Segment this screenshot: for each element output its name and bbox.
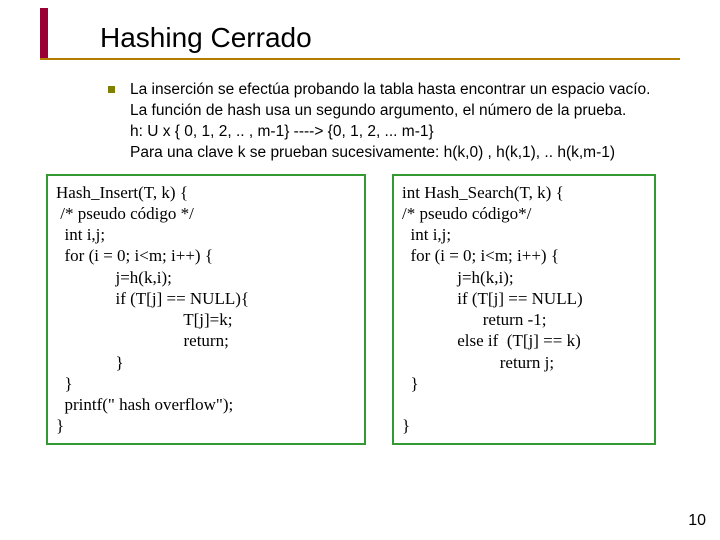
bullet-line-4: Para una clave k se prueban sucesivament…	[130, 143, 660, 164]
bullet-line-3: h: U x { 0, 1, 2, .. , m-1} ----> {0, 1,…	[130, 122, 660, 143]
code-row: Hash_Insert(T, k) { /* pseudo código */ …	[46, 174, 680, 445]
bullet-paragraph: La inserción se efectúa probando la tabl…	[130, 80, 660, 164]
code-box-search: int Hash_Search(T, k) { /* pseudo código…	[392, 174, 656, 445]
code-box-insert: Hash_Insert(T, k) { /* pseudo código */ …	[46, 174, 366, 445]
bullet-square-icon	[108, 86, 115, 93]
slide-number: 10	[688, 512, 706, 530]
bullet-line-2: La función de hash usa un segundo argume…	[130, 101, 660, 122]
bullet-line-1: La inserción se efectúa probando la tabl…	[130, 80, 660, 101]
slide-title: Hashing Cerrado	[100, 22, 720, 54]
title-bar: Hashing Cerrado	[0, 0, 720, 62]
